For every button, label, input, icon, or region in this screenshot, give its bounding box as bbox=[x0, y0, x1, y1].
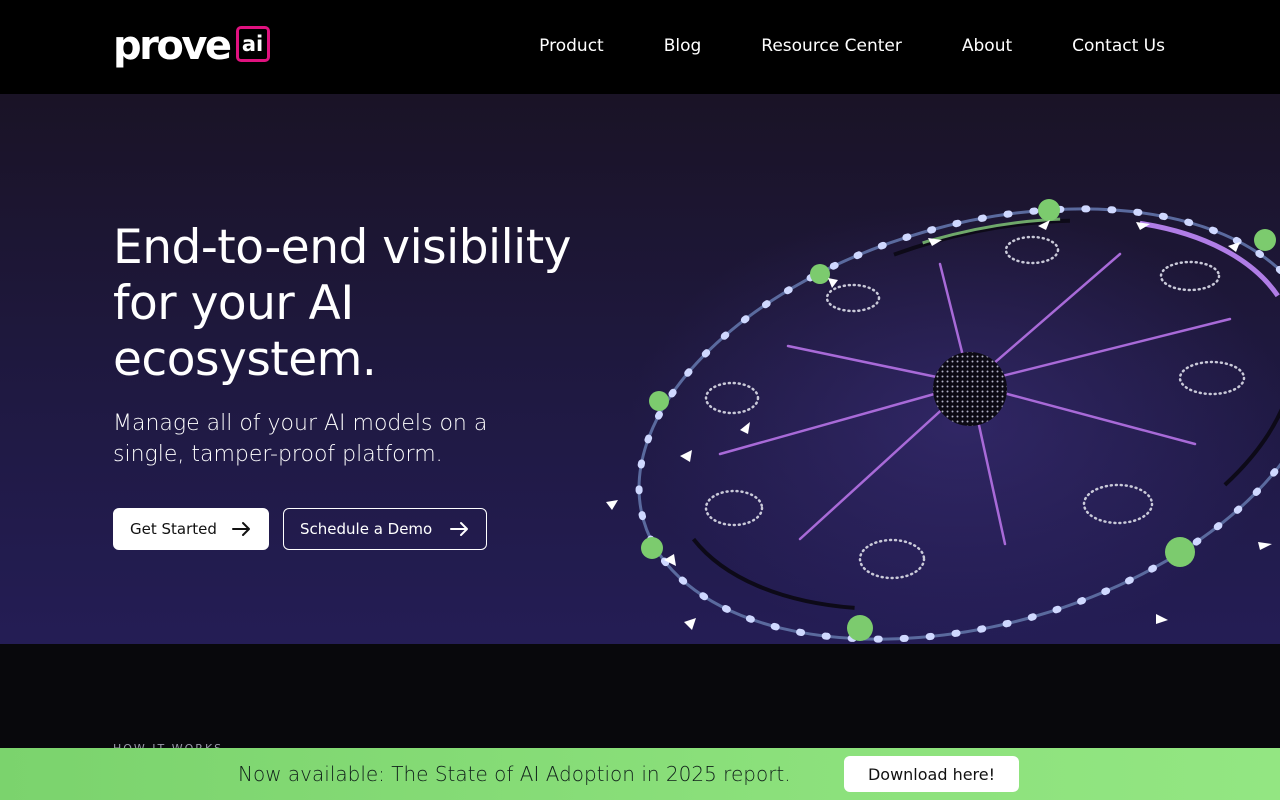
announcement-banner: Now available: The State of AI Adoption … bbox=[0, 748, 1280, 800]
get-started-label: Get Started bbox=[130, 520, 217, 538]
ai-network-graphic bbox=[606, 199, 1280, 644]
download-button[interactable]: Download here! bbox=[844, 756, 1019, 792]
schedule-demo-label: Schedule a Demo bbox=[300, 520, 433, 538]
logo-badge: ai bbox=[235, 26, 270, 62]
main-nav: Product Blog Resource Center About Conta… bbox=[539, 34, 1165, 58]
arrow-right-icon bbox=[232, 521, 252, 537]
hero-title: End-to-end visibility for your AI ecosys… bbox=[113, 220, 571, 387]
hero-subtitle: Manage all of your AI models on a single… bbox=[113, 411, 488, 467]
nav-resource-center[interactable]: Resource Center bbox=[761, 34, 902, 58]
arrow-right-icon bbox=[450, 521, 470, 537]
banner-text: Now available: The State of AI Adoption … bbox=[238, 762, 791, 786]
brand-logo[interactable]: prove ai bbox=[113, 26, 270, 68]
nav-blog[interactable]: Blog bbox=[664, 34, 702, 58]
nav-product[interactable]: Product bbox=[539, 34, 604, 58]
schedule-demo-button[interactable]: Schedule a Demo bbox=[283, 508, 487, 550]
site-header: prove ai Product Blog Resource Center Ab… bbox=[0, 0, 1280, 94]
nav-about[interactable]: About bbox=[962, 34, 1012, 58]
logo-wordmark: prove bbox=[113, 23, 232, 69]
get-started-button[interactable]: Get Started bbox=[113, 508, 269, 550]
hero-section: End-to-end visibility for your AI ecosys… bbox=[0, 94, 1280, 644]
nav-contact-us[interactable]: Contact Us bbox=[1072, 34, 1165, 58]
